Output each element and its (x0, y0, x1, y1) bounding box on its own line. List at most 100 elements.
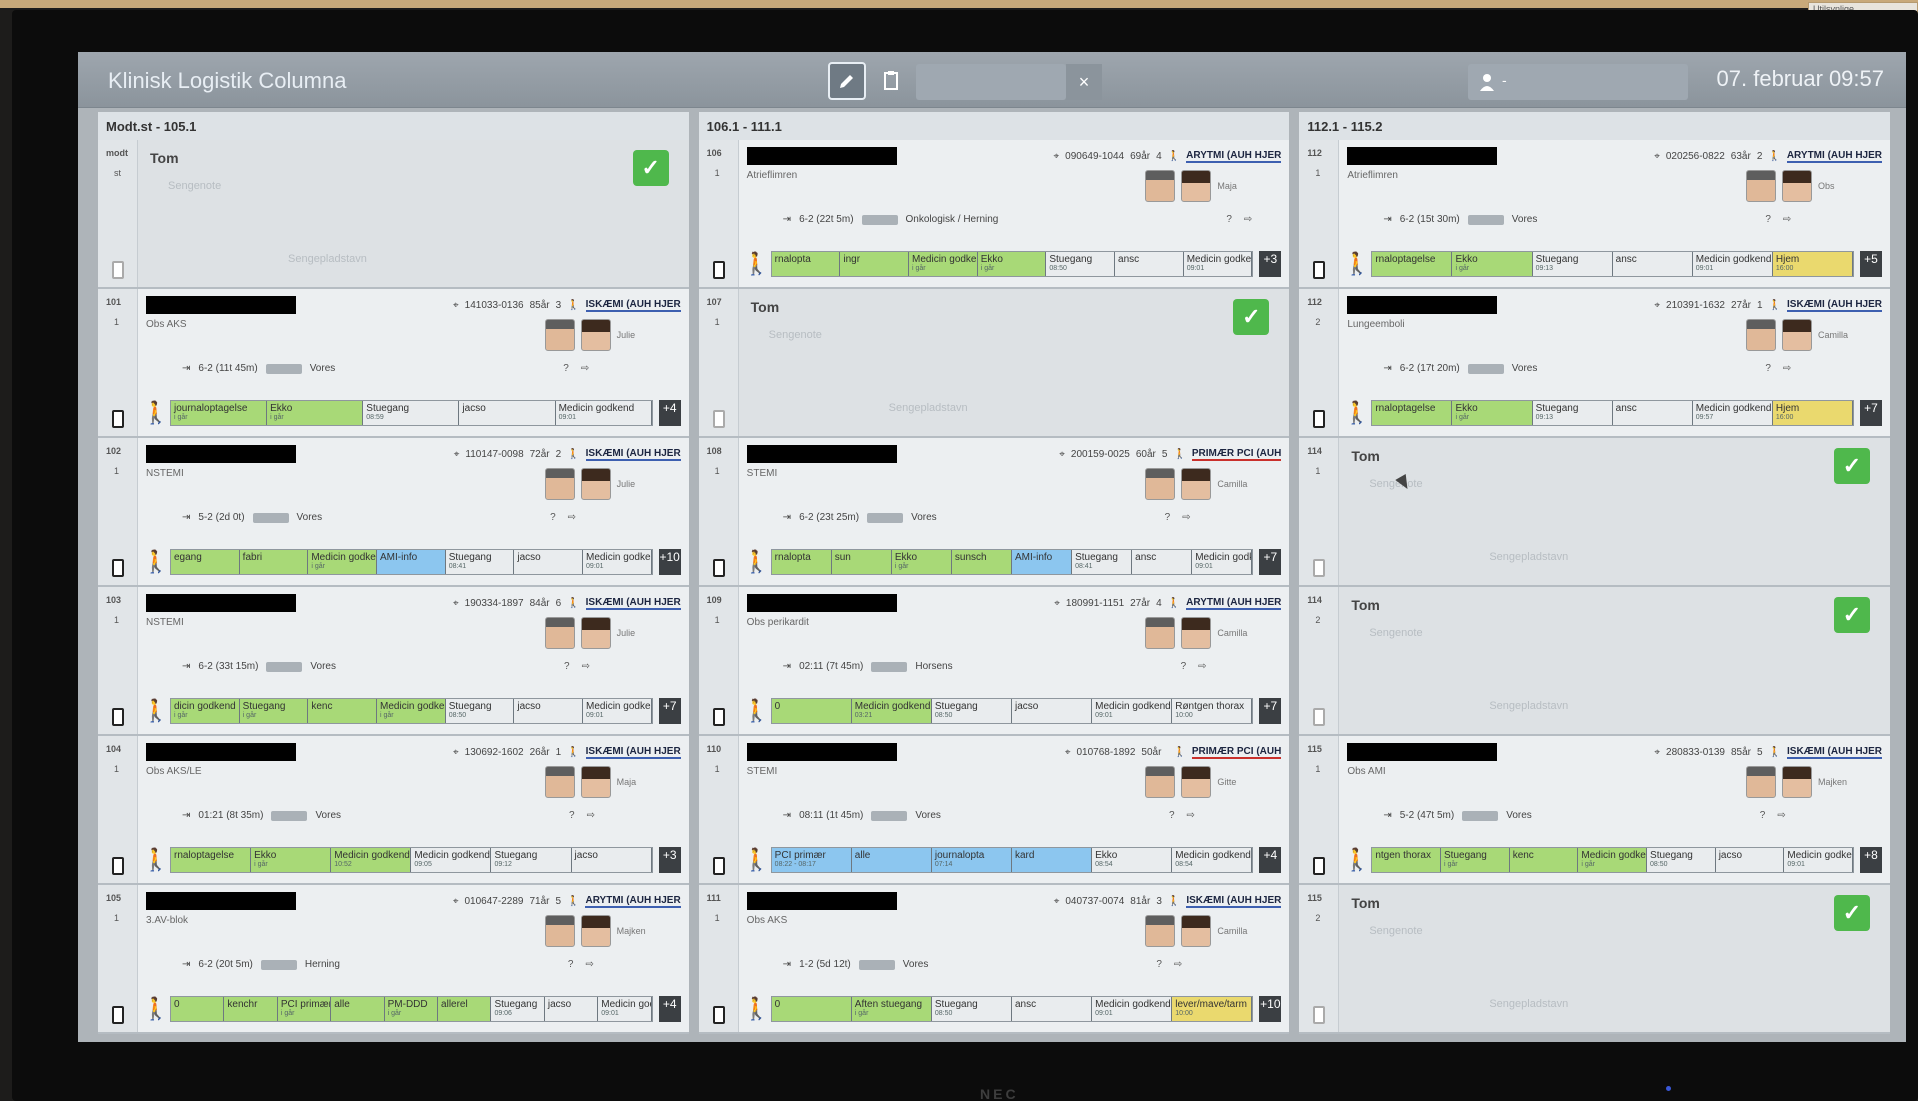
task-item[interactable]: Ekko i går (267, 401, 364, 425)
task-item[interactable]: ansc (1612, 252, 1693, 276)
task-item[interactable]: sun (831, 550, 892, 574)
nurse-avatar[interactable] (1181, 617, 1212, 649)
nurse-avatar[interactable] (1181, 915, 1212, 947)
task-item[interactable]: Medicin godkendi går (909, 252, 978, 276)
task-item[interactable]: AMI-info (377, 550, 446, 574)
bed-card[interactable]: 104 1 ⌖ 130692-1602 26år 1 🚶 ISKÆMI (AUH HJER Ob… (98, 736, 689, 885)
task-item[interactable]: Stuegang 09:12 (491, 848, 572, 872)
bed-card[interactable]: 109 1 ⌖ 180991-1151 27år 4 🚶 ARYTMI (AUH HJER Ob… (698, 587, 1290, 736)
ward-label[interactable]: ARYTMI (AUH HJER (1186, 597, 1282, 610)
task-item[interactable]: jacso (514, 550, 584, 574)
ward-label[interactable]: ISKÆMI (AUH HJER (1787, 746, 1883, 759)
doctor-avatar[interactable] (544, 617, 575, 649)
add-task-button[interactable]: +3 (1259, 251, 1282, 277)
nurse-avatar[interactable] (1782, 170, 1813, 202)
add-task-button[interactable]: +5 (1860, 251, 1883, 277)
exit-icon[interactable]: ⇨ (1244, 214, 1252, 225)
task-item[interactable]: dicin godkend i går (171, 699, 240, 723)
help-icon[interactable]: ? (564, 661, 570, 672)
add-task-button[interactable]: +4 (1259, 847, 1282, 873)
exit-icon[interactable]: ⇨ (1182, 512, 1190, 523)
task-item[interactable]: Medicin godkend 10:52 (331, 848, 412, 872)
exit-icon[interactable]: ⇨ (1198, 661, 1206, 672)
add-task-button[interactable]: +7 (1259, 549, 1282, 575)
help-icon[interactable]: ? (1156, 959, 1162, 970)
bed-card[interactable]: 115 2 Tom Sengenote Sengepladstavn ✓ (1299, 885, 1891, 1034)
task-item[interactable]: Medicin godkend 09:57 (1692, 401, 1773, 425)
task-item[interactable]: allerel (438, 997, 492, 1021)
task-item[interactable]: Stuegang 08:59 (363, 401, 460, 425)
task-item[interactable]: jacso (1715, 848, 1785, 872)
task-item[interactable]: ansc (1132, 550, 1193, 574)
ward-label[interactable]: ISKÆMI (AUH HJER (585, 299, 681, 312)
exit-icon[interactable]: ⇨ (1777, 810, 1785, 821)
task-item[interactable]: AMI-info (1011, 550, 1073, 574)
exit-icon[interactable]: ⇨ (585, 959, 593, 970)
phone-icon[interactable] (1313, 857, 1326, 875)
task-item[interactable]: 0 (771, 997, 852, 1021)
ward-label[interactable]: PRIMÆR PCI (AUH (1191, 746, 1282, 759)
help-icon[interactable]: ? (1226, 214, 1232, 225)
bed-card[interactable]: 112 1 ⌖ 020256-0822 63år 2 🚶 ARYTMI (AUH HJER At… (1299, 140, 1891, 289)
ward-label[interactable]: ISKÆMI (AUH HJER (1186, 895, 1282, 908)
task-item[interactable]: Medicin godkend09:01 (583, 550, 652, 574)
help-icon[interactable]: ? (1165, 512, 1171, 523)
task-item[interactable]: jacso (571, 848, 652, 872)
task-item[interactable]: Stuegang 09:06 (491, 997, 545, 1021)
task-item[interactable]: lever/mave/tarm 10:00 (1172, 997, 1253, 1021)
task-item[interactable]: Stuegang 08:50 (1647, 848, 1716, 872)
task-item[interactable]: PCI primær 08:22 - 08:17 (771, 848, 852, 872)
phone-icon[interactable] (112, 857, 124, 875)
phone-icon[interactable] (712, 261, 725, 279)
doctor-avatar[interactable] (544, 468, 575, 500)
phone-icon[interactable] (1313, 410, 1326, 428)
task-item[interactable]: Medicin godkend09:01 (583, 699, 652, 723)
bed-card[interactable]: 112 2 ⌖ 210391-1632 27år 1 🚶 ISKÆMI (AUH HJER Lu… (1299, 289, 1891, 438)
task-item[interactable]: kenc (308, 699, 378, 723)
task-item[interactable]: ansc (1115, 252, 1184, 276)
doctor-avatar[interactable] (1145, 915, 1176, 947)
task-item[interactable]: Hjem 16:00 (1772, 401, 1853, 425)
task-item[interactable]: Stuegang 08:50 (931, 997, 1012, 1021)
ward-label[interactable]: ISKÆMI (AUH HJER (585, 746, 681, 759)
exit-icon[interactable]: ⇨ (1783, 214, 1791, 225)
task-item[interactable]: Ekko i går (891, 550, 952, 574)
task-item[interactable]: PM-DDD i går (384, 997, 439, 1021)
task-item[interactable]: jacso (459, 401, 556, 425)
nurse-avatar[interactable] (580, 915, 611, 947)
task-item[interactable]: journaloptagelse i går (171, 401, 268, 425)
task-item[interactable]: ingr (840, 252, 910, 276)
nurse-avatar[interactable] (1181, 170, 1212, 202)
task-item[interactable]: kenc (1509, 848, 1579, 872)
phone-icon[interactable] (712, 559, 725, 577)
bed-card[interactable]: 115 1 ⌖ 280833-0139 85år 5 🚶 ISKÆMI (AUH HJER Ob… (1299, 736, 1891, 885)
phone-icon[interactable] (1313, 708, 1326, 726)
task-item[interactable]: 0 (771, 699, 852, 723)
nurse-avatar[interactable] (580, 319, 611, 351)
bed-card[interactable]: 103 1 ⌖ 190334-1897 84år 6 🚶 ISKÆMI (AUH HJER NS… (98, 587, 689, 736)
phone-icon[interactable] (112, 261, 124, 279)
add-task-button[interactable]: +10 (1259, 996, 1282, 1022)
task-item[interactable]: Medicin godkend 03:21 (851, 699, 932, 723)
task-item[interactable]: Stuegang 08:41 (1072, 550, 1133, 574)
task-item[interactable]: Ekko i går (1452, 252, 1533, 276)
task-item[interactable]: Aften stuegang i går (851, 997, 932, 1021)
task-item[interactable]: Ekko i går (1452, 401, 1533, 425)
task-item[interactable]: Medicin godkend 08:54 (1172, 848, 1253, 872)
bed-card[interactable]: 106 1 ⌖ 090649-1044 69år 4 🚶 ARYTMI (AUH HJER At… (698, 140, 1290, 289)
task-item[interactable]: kard (1012, 848, 1093, 872)
task-item[interactable]: jacso (544, 997, 599, 1021)
task-item[interactable]: Medicin godkend09:01 (555, 401, 652, 425)
task-item[interactable]: Medicin godkend09:01 (1692, 252, 1773, 276)
add-task-button[interactable]: +4 (658, 400, 681, 426)
clear-search-button[interactable]: × (1066, 64, 1102, 100)
phone-icon[interactable] (712, 708, 725, 726)
task-item[interactable]: Medicin godkendi går (1578, 848, 1648, 872)
exit-icon[interactable]: ⇨ (568, 512, 576, 523)
task-item[interactable]: Ekko 08:54 (1092, 848, 1173, 872)
task-item[interactable]: Hjem 16:00 (1772, 252, 1853, 276)
task-item[interactable]: rnaloptagelse (1372, 401, 1453, 425)
task-item[interactable]: rnaloptagelse (171, 848, 252, 872)
doctor-avatar[interactable] (1145, 766, 1176, 798)
exit-icon[interactable]: ⇨ (1187, 810, 1195, 821)
